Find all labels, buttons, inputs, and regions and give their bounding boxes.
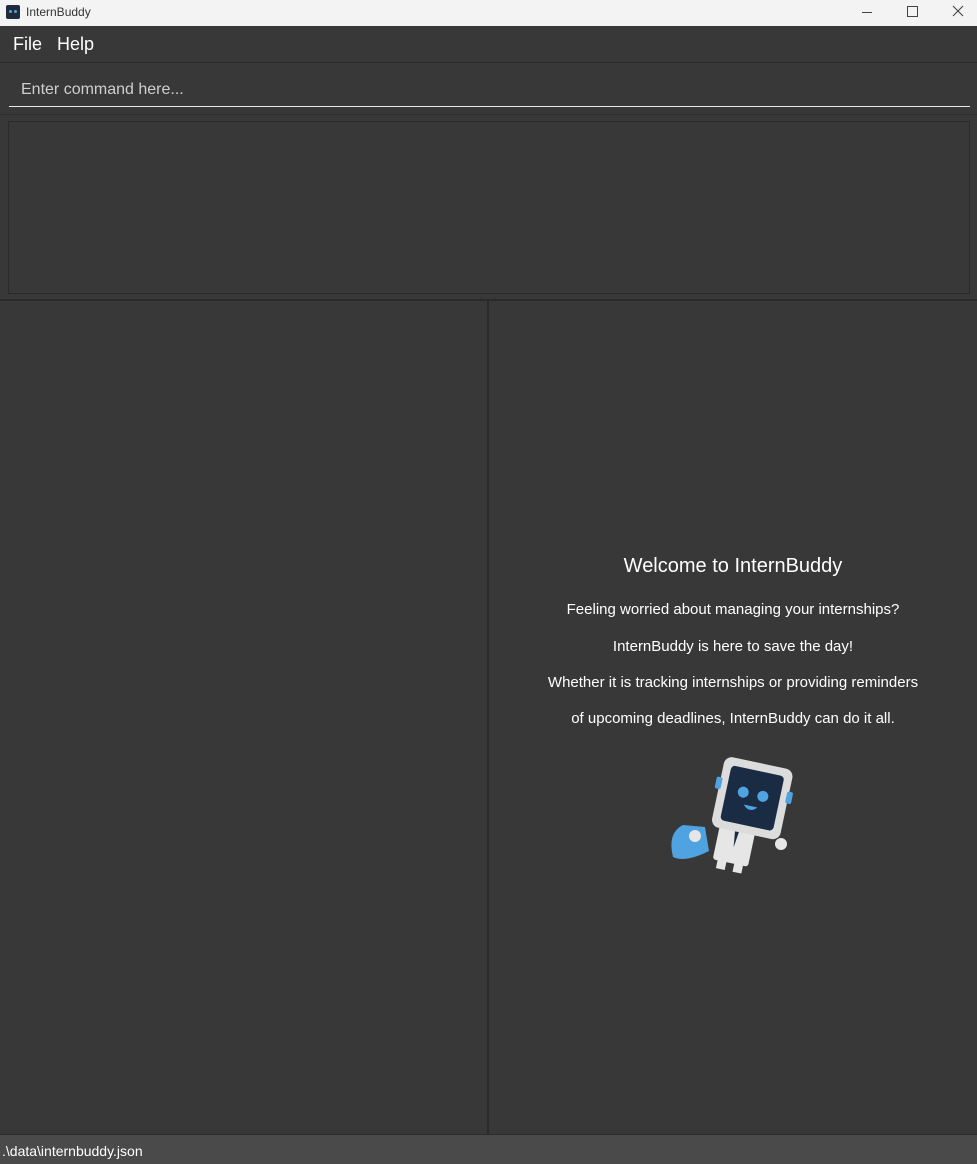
close-icon bbox=[952, 5, 964, 17]
welcome-line: of upcoming deadlines, InternBuddy can d… bbox=[571, 710, 895, 727]
internship-list-pane[interactable] bbox=[0, 301, 489, 1136]
menu-help[interactable]: Help bbox=[57, 34, 94, 55]
welcome-line: Whether it is tracking internships or pr… bbox=[547, 674, 919, 691]
result-display bbox=[8, 121, 970, 294]
main-split-pane: Welcome to InternBuddy Feeling worried a… bbox=[0, 299, 977, 1136]
maximize-button[interactable] bbox=[889, 0, 935, 26]
status-bar: .\data\internbuddy.json bbox=[0, 1134, 977, 1164]
app-robot-icon bbox=[6, 5, 20, 19]
title-bar: InternBuddy bbox=[0, 0, 977, 26]
welcome-panel: Welcome to InternBuddy Feeling worried a… bbox=[489, 301, 977, 1136]
data-file-path: .\data\internbuddy.json bbox=[2, 1143, 143, 1159]
command-input[interactable] bbox=[9, 73, 970, 107]
menu-file[interactable]: File bbox=[13, 34, 42, 55]
result-display-container bbox=[0, 114, 977, 300]
command-box bbox=[0, 63, 977, 114]
welcome-title: Welcome to InternBuddy bbox=[623, 555, 843, 577]
welcome-line: InternBuddy is here to save the day! bbox=[612, 638, 854, 655]
robot-mascot-icon bbox=[671, 757, 793, 874]
menu-bar: File Help bbox=[0, 26, 977, 63]
window-title: InternBuddy bbox=[26, 5, 91, 19]
close-button[interactable] bbox=[935, 0, 977, 26]
minimize-button[interactable] bbox=[845, 0, 891, 26]
welcome-line: Feeling worried about managing your inte… bbox=[566, 601, 900, 618]
